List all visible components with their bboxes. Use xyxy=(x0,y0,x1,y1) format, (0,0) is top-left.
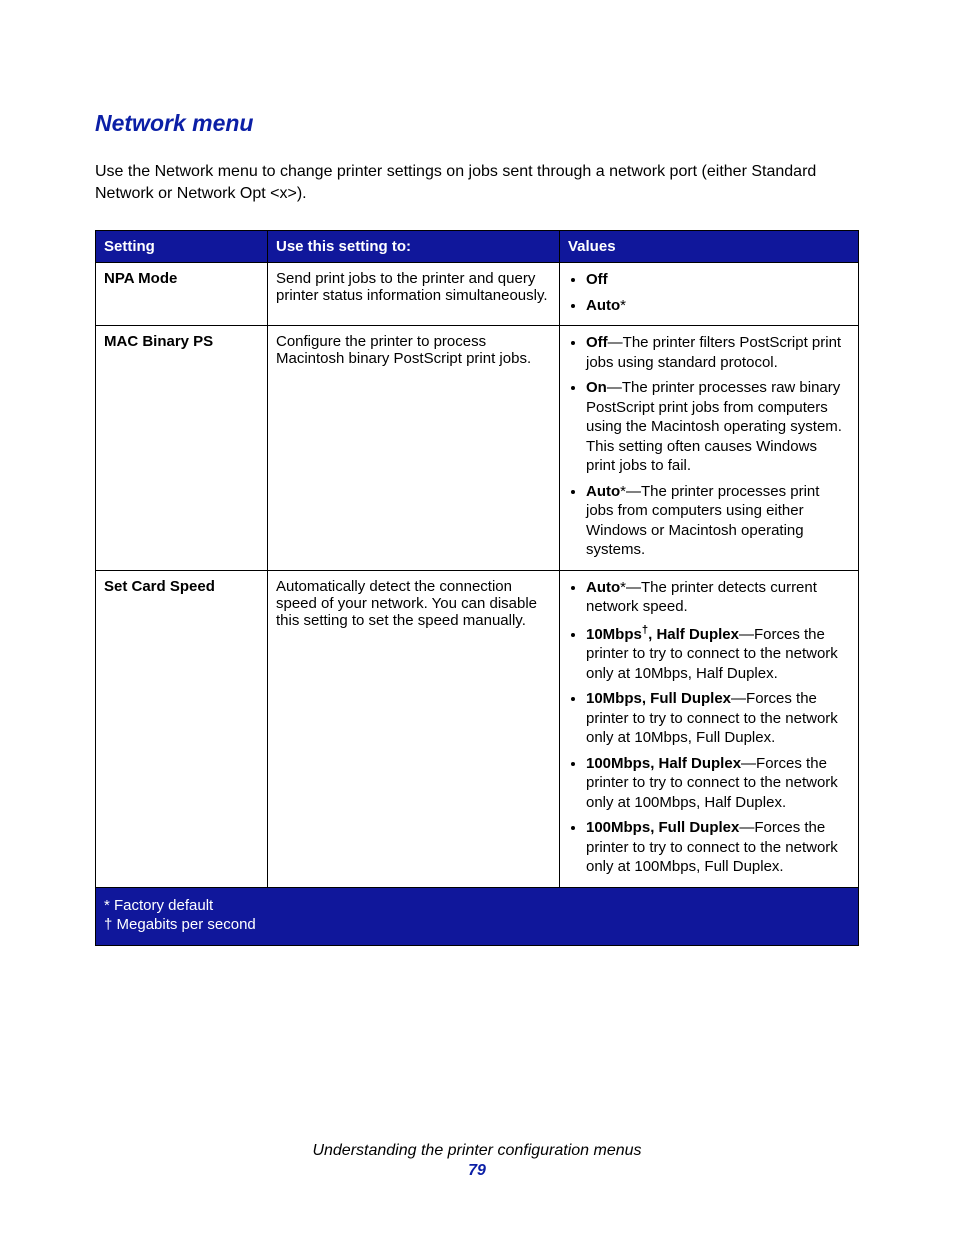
value-item: 100Mbps, Full Duplex—Forces the printer … xyxy=(586,818,850,877)
value-item: Auto* xyxy=(586,296,850,316)
value-label: Off xyxy=(586,271,608,288)
page-number: 79 xyxy=(0,1162,954,1180)
setting-name: Set Card Speed xyxy=(96,570,268,887)
setting-description: Send print jobs to the printer and query… xyxy=(268,263,560,326)
value-label: 10Mbps xyxy=(586,626,642,643)
setting-name: NPA Mode xyxy=(96,263,268,326)
value-label: , Half Duplex xyxy=(648,626,739,643)
value-label: 100Mbps, Half Duplex xyxy=(586,755,741,772)
chapter-title: Understanding the printer configuration … xyxy=(312,1142,641,1159)
value-label: On xyxy=(586,379,607,396)
header-use: Use this setting to: xyxy=(268,231,560,263)
table-footnotes-row: * Factory default † Megabits per second xyxy=(96,887,859,945)
setting-description: Configure the printer to process Macinto… xyxy=(268,326,560,571)
value-label: Auto xyxy=(586,579,620,596)
setting-values: Off—The printer filters PostScript print… xyxy=(560,326,859,571)
value-item: Off xyxy=(586,270,850,290)
value-item: 100Mbps, Half Duplex—Forces the printer … xyxy=(586,754,850,813)
table-row: Set Card Speed Automatically detect the … xyxy=(96,570,859,887)
page-footer: Understanding the printer configuration … xyxy=(0,1142,954,1180)
value-label: Auto xyxy=(586,297,620,314)
table-row: MAC Binary PS Configure the printer to p… xyxy=(96,326,859,571)
value-item: Off—The printer filters PostScript print… xyxy=(586,333,850,372)
footnotes-cell: * Factory default † Megabits per second xyxy=(96,887,859,945)
header-values: Values xyxy=(560,231,859,263)
footnote-mbps: † Megabits per second xyxy=(104,916,850,933)
value-text: —The printer processes raw binary PostSc… xyxy=(586,379,842,474)
section-heading: Network menu xyxy=(95,110,859,137)
footnote-default: * Factory default xyxy=(104,897,850,914)
table-header-row: Setting Use this setting to: Values xyxy=(96,231,859,263)
setting-description: Automatically detect the connection spee… xyxy=(268,570,560,887)
value-item: 10Mbps, Full Duplex—Forces the printer t… xyxy=(586,689,850,748)
document-page: Network menu Use the Network menu to cha… xyxy=(0,0,954,1235)
setting-values: Off Auto* xyxy=(560,263,859,326)
value-label: 100Mbps, Full Duplex xyxy=(586,819,739,836)
settings-table: Setting Use this setting to: Values NPA … xyxy=(95,230,859,946)
value-label: Auto xyxy=(586,483,620,500)
value-label: Off xyxy=(586,334,608,351)
table-row: NPA Mode Send print jobs to the printer … xyxy=(96,263,859,326)
value-item: 10Mbps†, Half Duplex—Forces the printer … xyxy=(586,623,850,684)
intro-paragraph: Use the Network menu to change printer s… xyxy=(95,161,859,204)
value-item: Auto*—The printer processes print jobs f… xyxy=(586,482,850,560)
setting-name: MAC Binary PS xyxy=(96,326,268,571)
setting-values: Auto*—The printer detects current networ… xyxy=(560,570,859,887)
value-text: —The printer filters PostScript print jo… xyxy=(586,334,841,371)
value-item: Auto*—The printer detects current networ… xyxy=(586,578,850,617)
default-marker: * xyxy=(620,297,626,314)
header-setting: Setting xyxy=(96,231,268,263)
value-label: 10Mbps, Full Duplex xyxy=(586,690,731,707)
value-item: On—The printer processes raw binary Post… xyxy=(586,378,850,476)
